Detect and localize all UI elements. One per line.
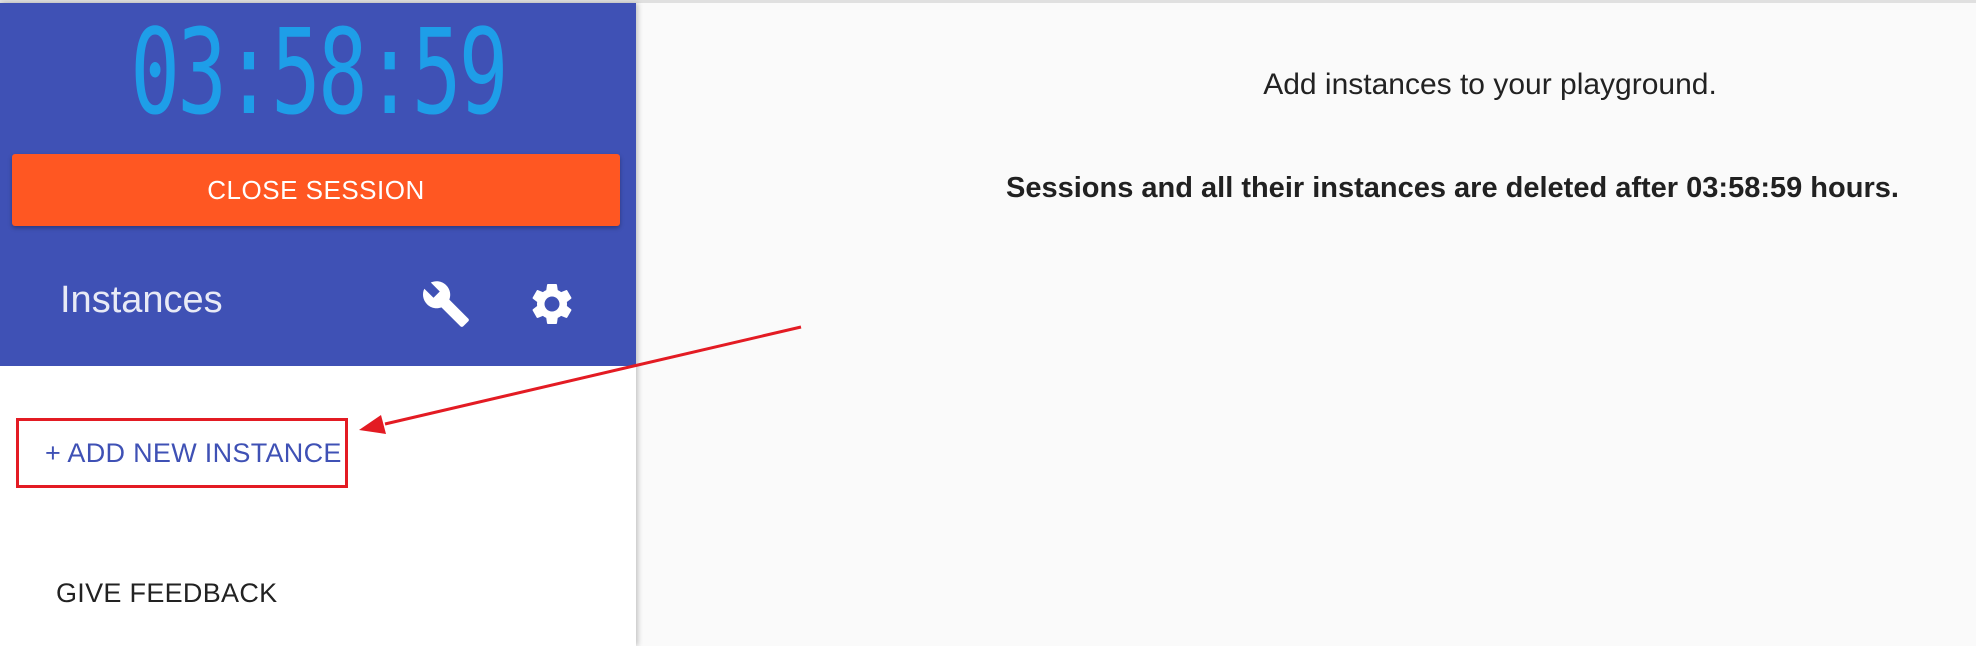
add-instances-hint: Add instances to your playground. — [1263, 68, 1717, 101]
sidebar: 03:58:59 CLOSE SESSION Instances + ADD N… — [0, 3, 636, 646]
session-header: 03:58:59 CLOSE SESSION Instances — [0, 3, 636, 366]
settings-gear-icon[interactable] — [527, 279, 577, 329]
close-session-button[interactable]: CLOSE SESSION — [12, 154, 620, 226]
session-timer: 03:58:59 — [130, 3, 508, 141]
add-instance-highlight-box: + ADD NEW INSTANCE — [16, 418, 348, 488]
give-feedback-link[interactable]: GIVE FEEDBACK — [56, 575, 277, 611]
add-new-instance-button[interactable]: + ADD NEW INSTANCE — [45, 421, 342, 485]
session-expiry-warning: Sessions and all their instances are del… — [1006, 172, 1899, 204]
wrench-icon[interactable] — [421, 279, 471, 329]
instances-title: Instances — [60, 279, 223, 321]
